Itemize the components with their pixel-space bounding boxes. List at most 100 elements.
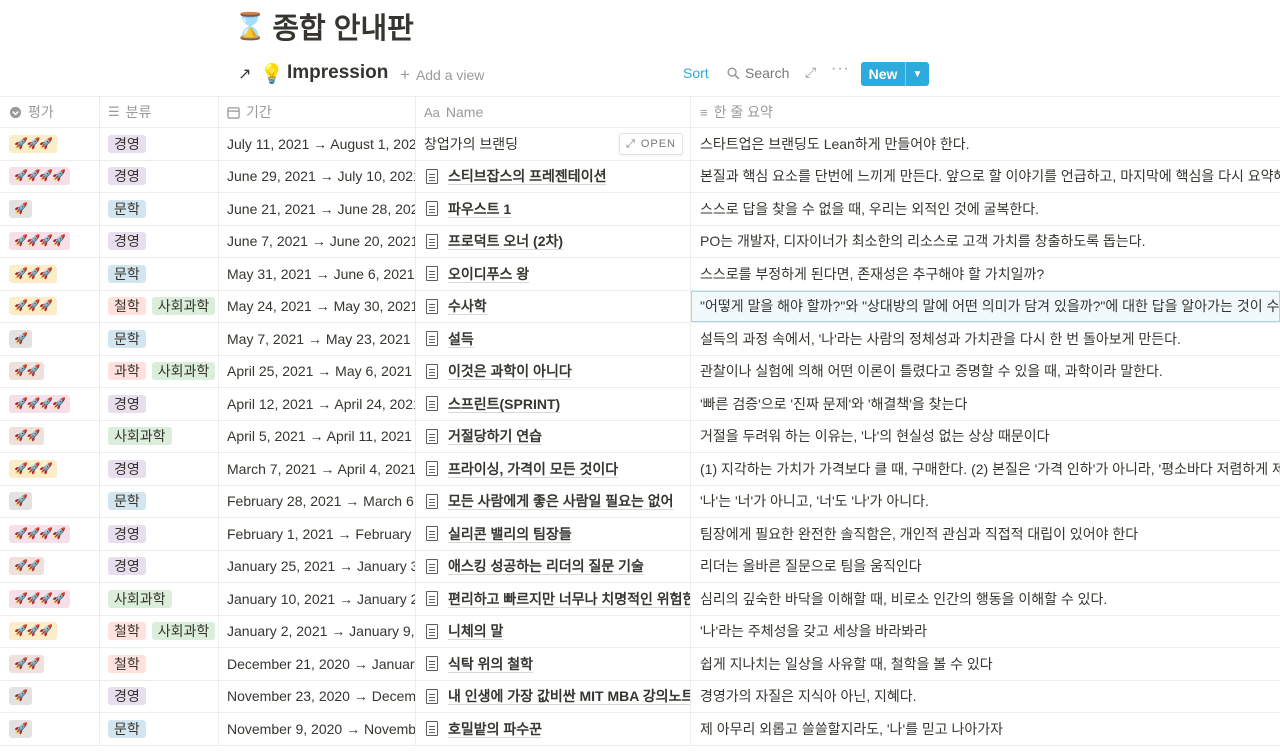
name-cell[interactable]: 프라이싱, 가격이 모든 것이다: [416, 453, 691, 485]
page-name[interactable]: 창업가의 브랜딩: [424, 134, 518, 154]
summary-cell[interactable]: '나'라는 주체성을 갖고 세상을 바라봐라: [691, 616, 1280, 648]
period-cell[interactable]: June 21, 2021 → June 28, 2021: [219, 193, 416, 225]
table-row[interactable]: 🚀🚀🚀🚀 경영 June 29, 2021 → July 10, 2021 스티브잡스…: [0, 160, 1280, 193]
period-cell[interactable]: July 11, 2021 → August 1, 2021: [219, 128, 416, 160]
page-name[interactable]: 오이디푸스 왕: [448, 264, 529, 284]
category-cell[interactable]: 철학 사회과학: [100, 615, 219, 647]
new-button[interactable]: New ▼: [861, 62, 929, 86]
table-row[interactable]: 🚀🚀🚀🚀 경영 April 12, 2021 → April 24, 2021 스프린…: [0, 388, 1280, 421]
rating-cell[interactable]: 🚀🚀: [0, 420, 100, 452]
page-name[interactable]: 설득: [448, 329, 474, 349]
chevron-down-icon[interactable]: ▼: [905, 62, 929, 86]
page-name[interactable]: 실리콘 밸리의 팀장들: [448, 524, 572, 544]
table-row[interactable]: 🚀🚀 사회과학 April 5, 2021 → April 11, 2021 거절당하…: [0, 420, 1280, 453]
name-cell[interactable]: 편리하고 빠르지만 너무나 치명적인 위험한 생각 습관: [416, 583, 691, 615]
name-cell[interactable]: 이것은 과학이 아니다: [416, 355, 691, 387]
period-cell[interactable]: March 7, 2021 → April 4, 2021: [219, 453, 416, 485]
sort-button[interactable]: Sort: [683, 65, 709, 81]
category-cell[interactable]: 문학: [100, 713, 219, 745]
page-name[interactable]: 편리하고 빠르지만 너무나 치명적인 위험한 생각 습관: [448, 589, 690, 609]
category-cell[interactable]: 문학: [100, 323, 219, 355]
summary-cell[interactable]: 팀장에게 필요한 완전한 솔직함은, 개인적 관심과 직접적 대립이 있어야 한…: [691, 518, 1280, 550]
rating-cell[interactable]: 🚀🚀🚀: [0, 258, 100, 290]
search-button[interactable]: Search: [727, 65, 789, 81]
name-cell[interactable]: 니체의 말: [416, 615, 691, 647]
view-name[interactable]: Impression: [287, 62, 388, 84]
name-cell[interactable]: 스티브잡스의 프레젠테이션: [416, 160, 691, 192]
period-cell[interactable]: January 2, 2021 → January 9, 2021: [219, 615, 416, 647]
category-cell[interactable]: 경영: [100, 680, 219, 712]
period-cell[interactable]: January 10, 2021 → January 24, 2021: [219, 583, 416, 615]
rating-cell[interactable]: 🚀: [0, 713, 100, 745]
rating-cell[interactable]: 🚀🚀🚀🚀: [0, 225, 100, 257]
period-cell[interactable]: February 28, 2021 → March 6, 2021: [219, 485, 416, 517]
rating-cell[interactable]: 🚀: [0, 680, 100, 712]
summary-cell[interactable]: 경영가의 자질은 지식아 아닌, 지혜다.: [691, 681, 1280, 713]
name-cell[interactable]: 호밀밭의 파수꾼: [416, 713, 691, 745]
rating-cell[interactable]: 🚀: [0, 485, 100, 517]
name-cell[interactable]: 프로덕트 오너 (2차): [416, 225, 691, 257]
rating-cell[interactable]: 🚀🚀🚀🚀: [0, 388, 100, 420]
table-row[interactable]: 🚀 경영 November 23, 2020 → December 20, 2020…: [0, 680, 1280, 713]
page-name[interactable]: 스티브잡스의 프레젠테이션: [448, 166, 606, 186]
period-cell[interactable]: April 5, 2021 → April 11, 2021: [219, 420, 416, 452]
page-name[interactable]: 내 인생에 가장 값비싼 MIT MBA 강의노트: [448, 686, 690, 706]
table-row[interactable]: 🚀🚀 과학 사회과학 April 25, 2021 → May 6, 2021 이것은 …: [0, 355, 1280, 388]
page-name[interactable]: 식탁 위의 철학: [448, 654, 533, 674]
category-cell[interactable]: 경영: [100, 453, 219, 485]
page-name[interactable]: 모든 사람에게 좋은 사람일 필요는 없어: [448, 491, 674, 511]
linked-arrow-icon[interactable]: ↗: [238, 64, 251, 84]
page-name[interactable]: 스프린트(SPRINT): [448, 394, 560, 414]
category-cell[interactable]: 사회과학: [100, 583, 219, 615]
period-cell[interactable]: June 29, 2021 → July 10, 2021: [219, 160, 416, 192]
summary-cell[interactable]: 리더는 올바른 질문으로 팀을 움직인다: [691, 551, 1280, 583]
more-options-icon[interactable]: ···: [831, 60, 850, 78]
name-cell[interactable]: 파우스트 1: [416, 193, 691, 225]
table-row[interactable]: 🚀🚀 철학 December 21, 2020 → January 1, 2021 식…: [0, 648, 1280, 681]
name-cell[interactable]: 설득: [416, 323, 691, 355]
summary-cell[interactable]: 제 아무리 외롭고 쓸쓸할지라도, '나'를 믿고 나아가자: [691, 713, 1280, 745]
period-cell[interactable]: November 9, 2020 → November 22, 2020: [219, 713, 416, 745]
period-cell[interactable]: February 1, 2021 → February 27, 2021: [219, 518, 416, 550]
category-cell[interactable]: 문학: [100, 258, 219, 290]
summary-cell[interactable]: 스스로를 부정하게 된다면, 존재성은 추구해야 할 가치일까?: [691, 258, 1280, 290]
add-view-button[interactable]: + Add a view: [400, 65, 484, 85]
rating-cell[interactable]: 🚀🚀🚀: [0, 128, 100, 160]
rating-cell[interactable]: 🚀🚀🚀: [0, 453, 100, 485]
column-header-rating[interactable]: 평가: [0, 97, 100, 127]
summary-cell[interactable]: PO는 개발자, 디자이너가 최소한의 리소스로 고객 가치를 창출하도록 돕는…: [691, 226, 1280, 258]
category-cell[interactable]: 철학 사회과학: [100, 290, 219, 322]
period-cell[interactable]: December 21, 2020 → January 1, 2021: [219, 648, 416, 680]
summary-cell[interactable]: 본질과 핵심 요소를 단번에 느끼게 만든다. 앞으로 할 이야기를 언급하고,…: [691, 161, 1280, 193]
period-cell[interactable]: May 31, 2021 → June 6, 2021: [219, 258, 416, 290]
summary-cell[interactable]: 설득의 과정 속에서, '나'라는 사람의 정체성과 가치관을 다시 한 번 돌…: [691, 323, 1280, 355]
summary-cell[interactable]: '나'는 '너'가 아니고, '너'도 '나'가 아니다.: [691, 486, 1280, 518]
category-cell[interactable]: 사회과학: [100, 420, 219, 452]
period-cell[interactable]: November 23, 2020 → December 20, 2020: [219, 680, 416, 712]
rating-cell[interactable]: 🚀🚀: [0, 355, 100, 387]
period-cell[interactable]: May 7, 2021 → May 23, 2021: [219, 323, 416, 355]
table-row[interactable]: 🚀 문학 May 7, 2021 → May 23, 2021 설득 설득의 과정 속에…: [0, 323, 1280, 356]
table-row[interactable]: 🚀 문학 February 28, 2021 → March 6, 2021 모든 사…: [0, 485, 1280, 518]
rating-cell[interactable]: 🚀🚀🚀🚀: [0, 160, 100, 192]
period-cell[interactable]: May 24, 2021 → May 30, 2021: [219, 290, 416, 322]
table-row[interactable]: 🚀🚀🚀 철학 사회과학 January 2, 2021 → January 9, 20…: [0, 615, 1280, 648]
name-cell[interactable]: 오이디푸스 왕: [416, 258, 691, 290]
summary-cell[interactable]: 스스로 답을 찾을 수 없을 때, 우리는 외적인 것에 굴복한다.: [691, 193, 1280, 225]
summary-cell[interactable]: '빠른 검증'으로 '진짜 문제'와 '해결책'을 찾는다: [691, 388, 1280, 420]
table-row[interactable]: 🚀🚀🚀🚀 경영 June 7, 2021 → June 20, 2021 프로덕트 오…: [0, 225, 1280, 258]
page-name[interactable]: 프라이싱, 가격이 모든 것이다: [448, 459, 618, 479]
table-row[interactable]: 🚀🚀🚀🚀 사회과학 January 10, 2021 → January 24, 2…: [0, 583, 1280, 616]
category-cell[interactable]: 경영: [100, 518, 219, 550]
rating-cell[interactable]: 🚀🚀🚀🚀: [0, 583, 100, 615]
rating-cell[interactable]: 🚀🚀🚀: [0, 290, 100, 322]
period-cell[interactable]: June 7, 2021 → June 20, 2021: [219, 225, 416, 257]
summary-cell[interactable]: 스타트업은 브랜딩도 Lean하게 만들어야 한다.: [691, 128, 1280, 160]
name-cell[interactable]: 실리콘 밸리의 팀장들: [416, 518, 691, 550]
name-cell[interactable]: 거절당하기 연습: [416, 420, 691, 452]
table-row[interactable]: 🚀🚀🚀🚀 경영 February 1, 2021 → February 27, 20…: [0, 518, 1280, 551]
table-row[interactable]: 🚀 문학 November 9, 2020 → November 22, 2020 호…: [0, 713, 1280, 746]
rating-cell[interactable]: 🚀: [0, 323, 100, 355]
page-name[interactable]: 거절당하기 연습: [448, 426, 542, 446]
page-name[interactable]: 이것은 과학이 아니다: [448, 361, 572, 381]
